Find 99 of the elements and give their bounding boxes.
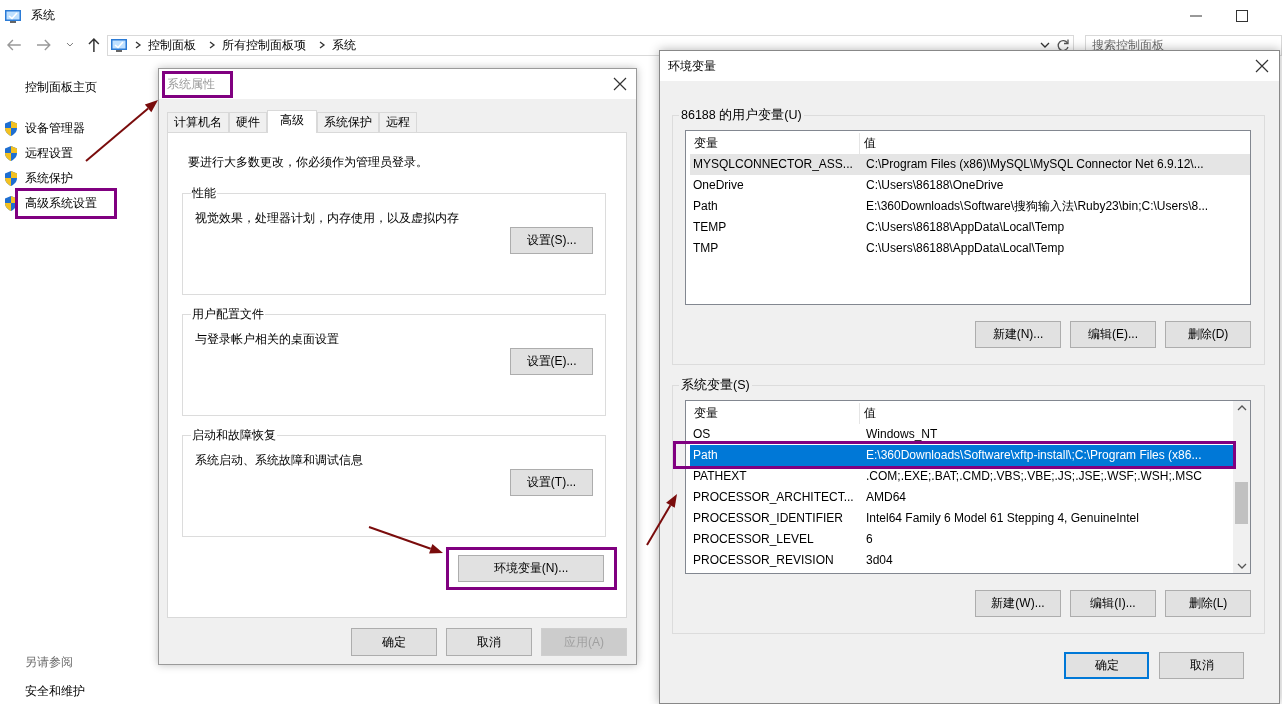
breadcrumb-item[interactable]: 控制面板 [148, 36, 197, 54]
table-row[interactable]: MYSQLCONNECTOR_ASS... C:\Program Files (x86)\MySQL\MySQL Connector Net 6.9.12\... [690, 154, 1250, 175]
up-arrow-icon[interactable] [87, 37, 102, 53]
tab[interactable]: 硬件 [229, 112, 267, 132]
table-cell-text: OneDrive [692, 177, 745, 194]
close-icon[interactable] [1255, 59, 1269, 73]
breadcrumb-item[interactable]: 系统 [332, 36, 357, 54]
table-row[interactable]: PATHEXT .COM;.EXE;.BAT;.CMD;.VBS;.VBE;.JS;.JSE;.WSF;.WSH;.MSC [690, 466, 1233, 487]
settings-button[interactable]: 设置(E)... [510, 348, 593, 375]
table-cell-text: PATHEXT [692, 468, 748, 485]
table-cell-text: PROCESSOR_ARCHITECT... [692, 489, 855, 506]
settings-button[interactable]: 设置(T)... [510, 469, 593, 496]
dialog-button[interactable]: 确定 [351, 628, 437, 656]
tab[interactable]: 远程 [379, 112, 417, 132]
group-title: 性能 [191, 185, 217, 202]
table-cell-text: MYSQLCONNECTOR_ASS... [692, 156, 854, 173]
tab[interactable]: 系统保护 [317, 112, 379, 132]
back-arrow-icon[interactable] [6, 38, 22, 52]
table-cell-text: Path [692, 447, 719, 464]
column-header[interactable]: 值 [860, 133, 876, 154]
table-cell-text: 6 [865, 531, 873, 548]
tab[interactable]: 高级 [267, 110, 317, 133]
list-button[interactable]: 新建(N)... [975, 321, 1061, 348]
table-cell-text: TMP [692, 240, 720, 257]
table-row[interactable]: Path E:\360Downloads\Software\xftp-install\;C:\Program Files (x86... [690, 445, 1233, 466]
sidebar-link[interactable]: 系统保护 [25, 169, 73, 188]
table-row[interactable]: OneDrive C:\Users\86188\OneDrive [690, 175, 1250, 196]
group-description: 视觉效果，处理器计划，内存使用，以及虚拟内存 [195, 210, 460, 227]
settings-button[interactable]: 设置(S)... [510, 227, 593, 254]
forward-arrow-icon[interactable] [35, 38, 52, 52]
close-icon[interactable] [613, 77, 627, 91]
table-cell-text: E:\360Downloads\Software\搜狗输入法\Ruby23\bin;C:\Users\8... [865, 198, 1209, 215]
dialog-title: 系统属性 [167, 75, 215, 93]
table-cell-text: AMD64 [865, 489, 906, 506]
table-cell-text: PROCESSOR_REVISION [692, 552, 835, 569]
chevron-icon [134, 40, 143, 50]
group-description: 系统启动、系统故障和调试信息 [195, 452, 364, 469]
table-cell-text: Windows_NT [865, 426, 938, 443]
table-cell-text: PROCESSOR_LEVEL [692, 531, 815, 548]
tab[interactable]: 计算机名 [167, 112, 229, 132]
column-header[interactable]: 值 [860, 403, 876, 424]
sidebar-link[interactable]: 控制面板主页 [25, 79, 158, 96]
table-cell-text: 3d04 [865, 552, 893, 569]
table-cell-text: C:\Program Files (x86)\MySQL\MySQL Connector Net 6.9.12\... [865, 156, 1204, 173]
table-row[interactable]: PROCESSOR_REVISION 3d04 [690, 550, 1233, 571]
sidebar-link[interactable]: 高级系统设置 [25, 194, 97, 213]
table-cell-text: PROCESSOR_IDENTIFIER [692, 510, 845, 527]
dropdown-icon[interactable] [1039, 41, 1050, 49]
table-row[interactable]: PROCESSOR_LEVEL 6 [690, 529, 1233, 550]
group-title: 启动和故障恢复 [191, 427, 277, 444]
list-button[interactable]: 新建(W)... [975, 590, 1061, 617]
scrollbar[interactable] [1233, 401, 1250, 573]
table-cell-text: C:\Users\86188\OneDrive [865, 177, 1004, 194]
group-title: 系统变量(S) [680, 377, 751, 394]
table-row[interactable]: TEMP C:\Users\86188\AppData\Local\Temp [690, 217, 1250, 238]
section-heading: 另请参阅 [25, 654, 74, 671]
table-cell-text: OS [692, 426, 712, 443]
table-row[interactable]: Path E:\360Downloads\Software\搜狗输入法\Ruby23\bin;C:\Users\8... [690, 196, 1250, 217]
group-title: 86188 的用户变量(U) [680, 107, 803, 124]
sidebar-link[interactable]: 安全和维护 [25, 683, 158, 700]
chevron-icon [318, 40, 327, 50]
dialog-title: 环境变量 [668, 57, 716, 75]
notice-text: 要进行大多数更改，你必须作为管理员登录。 [188, 154, 429, 171]
group-title: 用户配置文件 [191, 306, 265, 323]
table-cell-text: TEMP [692, 219, 728, 236]
list-button[interactable]: 编辑(I)... [1070, 590, 1156, 617]
column-header[interactable]: 变量 [690, 403, 860, 424]
maximize-icon[interactable] [1235, 8, 1249, 23]
window-title: 系统 [31, 7, 55, 24]
list-button[interactable]: 删除(D) [1165, 321, 1251, 348]
dialog-button[interactable]: 确定 [1064, 652, 1149, 679]
dialog-button[interactable]: 取消 [446, 628, 532, 656]
monitor-icon [4, 7, 22, 24]
table-row[interactable]: TMP C:\Users\86188\AppData\Local\Temp [690, 238, 1250, 259]
group-description: 与登录帐户相关的桌面设置 [195, 331, 340, 348]
list-button[interactable]: 编辑(E)... [1070, 321, 1156, 348]
shield-icon [3, 145, 19, 162]
shield-icon [3, 120, 19, 137]
table-row[interactable]: PROCESSOR_IDENTIFIER Intel64 Family 6 Model 61 Stepping 4, GenuineIntel [690, 508, 1233, 529]
breadcrumb-item[interactable]: 所有控制面板项 [222, 36, 307, 54]
list-button[interactable]: 删除(L) [1165, 590, 1251, 617]
table-cell-text: Intel64 Family 6 Model 61 Stepping 4, GenuineIntel [865, 510, 1139, 527]
table-row[interactable]: PROCESSOR_ARCHITECT... AMD64 [690, 487, 1233, 508]
table-row[interactable]: OS Windows_NT [690, 424, 1233, 445]
chevron-icon [208, 40, 217, 50]
sidebar-link[interactable]: 远程设置 [25, 144, 73, 163]
table-cell-text: E:\360Downloads\Software\xftp-install\;C:\Program Files (x86... [865, 447, 1202, 464]
sidebar-link[interactable]: 设备管理器 [25, 119, 85, 138]
shield-icon [3, 170, 19, 187]
dialog-button[interactable]: 取消 [1159, 652, 1244, 679]
table-cell-text: Path [692, 198, 719, 215]
refresh-icon[interactable] [1055, 38, 1070, 52]
table-cell-text: C:\Users\86188\AppData\Local\Temp [865, 219, 1065, 236]
monitor-icon [110, 37, 129, 53]
scrollbar-thumb[interactable] [1235, 482, 1248, 524]
table-cell-text: .COM;.EXE;.BAT;.CMD;.VBS;.VBE;.JS;.JSE;.WSF;.WSH;.MSC [865, 468, 1202, 485]
arrow [646, 494, 677, 546]
table-cell-text: C:\Users\86188\AppData\Local\Temp [865, 240, 1065, 257]
environment-variables-button[interactable]: 环境变量(N)... [458, 555, 604, 582]
